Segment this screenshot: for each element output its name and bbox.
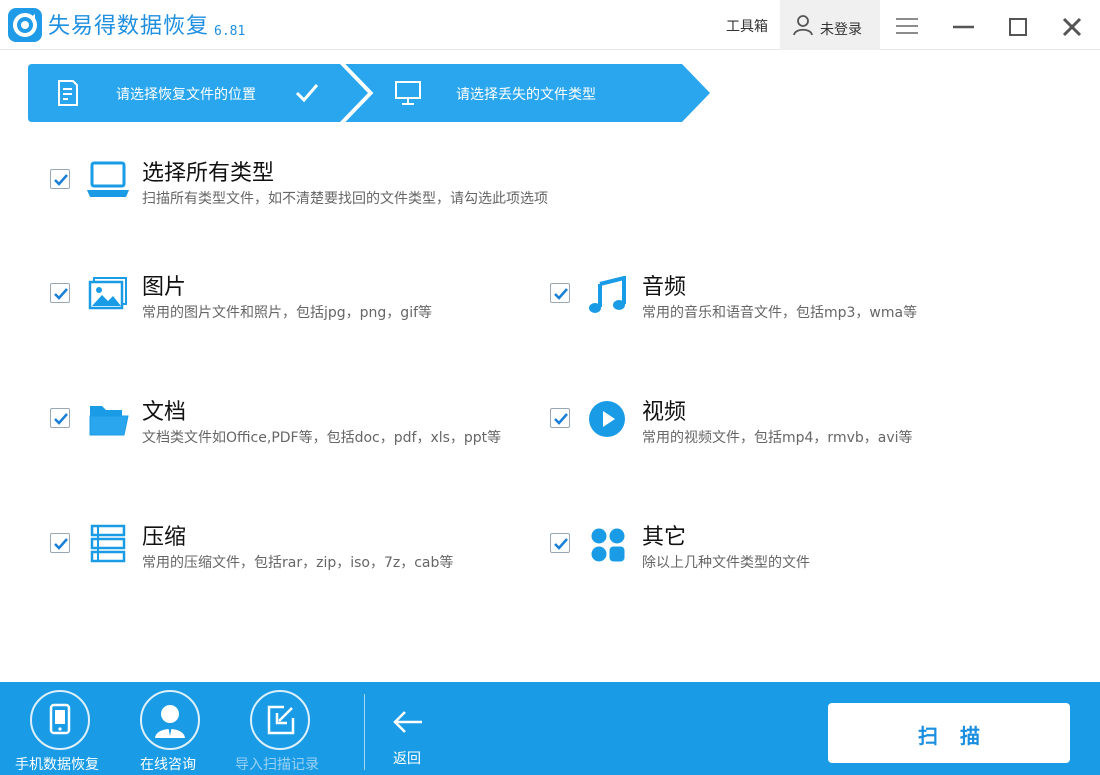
step-done-check-icon (294, 81, 320, 109)
check-icon (54, 174, 68, 186)
import-records-label: 导入扫描记录 (235, 757, 319, 773)
video-desc: 常用的视频文件，包括mp4，rmvb，avi等 (642, 430, 913, 446)
folder-icon (88, 402, 130, 442)
check-icon (554, 288, 568, 300)
import-records-button[interactable] (250, 690, 310, 750)
documents-title: 文档 (142, 400, 187, 425)
check-icon (54, 413, 68, 425)
back-label: 返回 (393, 751, 421, 767)
app-version: 6.81 (214, 24, 246, 39)
hamburger-menu-icon (896, 18, 918, 34)
images-checkbox[interactable] (50, 283, 70, 303)
phone-recovery-button[interactable] (30, 690, 90, 750)
login-button[interactable]: 未登录 (780, 0, 880, 50)
back-arrow-icon (393, 711, 422, 733)
images-desc: 常用的图片文件和照片，包括jpg，png，gif等 (142, 305, 433, 321)
app-logo-icon (8, 8, 42, 42)
monitor-icon (394, 80, 422, 110)
online-consult-button[interactable] (140, 690, 200, 750)
minimize-icon (953, 25, 974, 29)
archive-title: 压缩 (142, 525, 187, 550)
all-types-checkbox[interactable] (50, 169, 70, 189)
import-icon (267, 705, 295, 735)
check-icon (54, 288, 68, 300)
music-note-icon (588, 275, 628, 318)
archive-desc: 常用的压缩文件，包括rar，zip，iso，7z，cab等 (142, 555, 454, 571)
support-agent-icon (155, 705, 185, 738)
video-checkbox[interactable] (550, 408, 570, 428)
laptop-icon (86, 160, 130, 204)
toolbox-button[interactable]: 工具箱 (726, 16, 768, 36)
check-icon (554, 538, 568, 550)
title-bar: 失易得数据恢复 6.81 工具箱 未登录 (0, 0, 1100, 50)
document-icon (56, 79, 80, 111)
minimize-button[interactable] (948, 10, 978, 40)
all-types-title: 选择所有类型 (142, 161, 275, 186)
audio-title: 音频 (642, 275, 687, 300)
scan-label: 扫描 (918, 724, 1002, 748)
other-checkbox[interactable] (550, 533, 570, 553)
step-2-label: 请选择丢失的文件类型 (456, 87, 596, 103)
all-types-desc: 扫描所有类型文件，如不清楚要找回的文件类型，请勾选此项选项 (142, 191, 548, 207)
audio-desc: 常用的音乐和语音文件，包括mp3，wma等 (642, 305, 918, 321)
step-1-label: 请选择恢复文件的位置 (116, 87, 256, 103)
check-icon (54, 538, 68, 550)
login-label: 未登录 (820, 22, 862, 38)
phone-icon (49, 703, 71, 735)
scan-button[interactable]: 扫描 (828, 703, 1070, 763)
online-consult-label: 在线咨询 (140, 757, 196, 773)
archive-icon (90, 524, 126, 568)
bottom-divider (364, 694, 365, 770)
app-title: 失易得数据恢复 (48, 14, 210, 39)
close-button[interactable] (1057, 10, 1087, 40)
images-title: 图片 (142, 275, 187, 300)
video-title: 视频 (642, 400, 687, 425)
close-icon (1062, 17, 1082, 37)
documents-checkbox[interactable] (50, 408, 70, 428)
menu-button[interactable] (892, 10, 922, 40)
play-icon (588, 400, 626, 442)
other-title: 其它 (642, 525, 687, 550)
documents-desc: 文档类文件如Office,PDF等，包括doc，pdf，xls，ppt等 (142, 430, 502, 446)
back-button[interactable] (392, 706, 424, 738)
step-breadcrumb: 请选择恢复文件的位置 请选择丢失的文件类型 (28, 64, 712, 122)
maximize-icon (1009, 18, 1027, 36)
audio-checkbox[interactable] (550, 283, 570, 303)
grid-icon (590, 527, 626, 567)
other-desc: 除以上几种文件类型的文件 (642, 555, 810, 571)
check-icon (554, 413, 568, 425)
archive-checkbox[interactable] (50, 533, 70, 553)
phone-recovery-label: 手机数据恢复 (15, 757, 99, 773)
image-icon (88, 276, 128, 314)
maximize-button[interactable] (1003, 10, 1033, 40)
user-icon (793, 15, 813, 36)
